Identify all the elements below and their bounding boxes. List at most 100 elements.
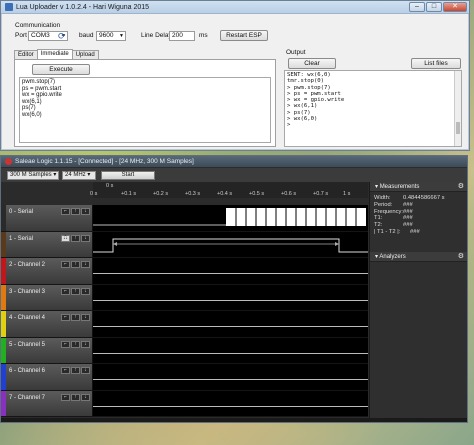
channel-list: 0 - Serial ⌐ ↑ ↓ 1 - Serial ⎍ ↑ ↓ 2 - Ch… <box>1 205 368 417</box>
start-button[interactable]: Start <box>101 171 155 180</box>
tab-editor[interactable]: Editor <box>14 50 38 59</box>
immediate-code-input[interactable]: pwm.stop(7) ps = pwm.start wx = gpio.wri… <box>19 77 271 143</box>
falling-edge-icon[interactable]: ↓ <box>81 367 90 374</box>
channel-header[interactable]: 1 - Serial ⎍ ↑ ↓ <box>1 231 93 257</box>
code-line: ps(7) <box>22 105 36 112</box>
falling-edge-icon[interactable]: ↓ <box>81 287 90 295</box>
trace-line <box>93 352 368 354</box>
channel-trace[interactable] <box>93 205 368 231</box>
rising-edge-icon[interactable]: ↑ <box>71 234 80 242</box>
code-line: wx = gpio.write <box>22 92 62 99</box>
channel-trace[interactable] <box>93 364 368 390</box>
channel-name: 4 - Channel 4 <box>9 315 46 321</box>
measurements-list: Width: 0.4844586667 s Period: ### Frequenc… <box>370 192 467 236</box>
falling-edge-icon[interactable]: ↓ <box>81 208 90 215</box>
channel-trace[interactable] <box>93 231 368 257</box>
trigger-icon[interactable]: ⌐ <box>61 393 70 401</box>
trace-line <box>93 379 368 381</box>
measurements-title: Measurements <box>379 184 420 190</box>
trigger-icon[interactable]: ⌐ <box>61 367 70 374</box>
measurement-row: | T1 - T2 |: ### <box>370 229 467 236</box>
channel-color <box>1 337 6 363</box>
channel-header[interactable]: 2 - Channel 2 ⌐ ↑ ↓ <box>1 258 93 284</box>
channel-color <box>1 284 6 310</box>
trigger-icon[interactable]: ⌐ <box>61 261 70 268</box>
measurements-header[interactable]: ▾ Measurements ⚙ <box>370 182 467 192</box>
trigger-icon[interactable]: ⌐ <box>61 340 70 348</box>
channel-header[interactable]: 0 - Serial ⌐ ↑ ↓ <box>1 205 93 231</box>
ruler-tick: +0.2 s <box>153 191 169 197</box>
scroll-thumb[interactable] <box>456 122 460 134</box>
rate-dropdown[interactable]: 24 MHz ▾ <box>62 171 96 180</box>
channel-trace[interactable] <box>93 284 368 310</box>
gear-icon[interactable]: ⚙ <box>458 182 464 192</box>
rising-edge-icon[interactable]: ↑ <box>71 208 80 215</box>
lua-title-bar[interactable]: Lua Uploader v 1.0.2.4 - Hari Wiguna 201… <box>1 1 469 14</box>
output-scrollbar[interactable] <box>454 71 461 146</box>
trace-line <box>93 405 368 407</box>
channel-trace[interactable] <box>93 311 368 337</box>
rising-edge-icon[interactable]: ↑ <box>71 340 80 348</box>
channel-trace[interactable] <box>93 258 368 284</box>
baud-combo[interactable]: 9600 ▼ <box>96 31 126 41</box>
clear-button[interactable]: Clear <box>288 58 336 69</box>
samples-dropdown[interactable]: 300 M Samples ▾ <box>7 171 59 180</box>
channel-header[interactable]: 6 - Channel 6 ⌐ ↑ ↓ <box>1 364 93 390</box>
output-log[interactable]: SENT: wx(6,0) tmr.stop(0) > pwm.stop(7) … <box>284 70 462 147</box>
code-line: wx(6,0) <box>22 111 42 118</box>
rising-edge-icon[interactable]: ↑ <box>71 367 80 374</box>
falling-edge-icon[interactable]: ↓ <box>81 393 90 401</box>
measurement-value: 0.4844586667 s <box>403 195 445 201</box>
line-delay-label: Line Delay <box>141 32 172 39</box>
saleae-title-bar[interactable]: Saleae Logic 1.1.15 - [Connected] - [24 … <box>1 156 467 167</box>
port-value: COM3 <box>31 32 50 39</box>
samples-value: 300 M Samples <box>10 172 52 178</box>
minimize-icon[interactable]: – <box>409 2 425 12</box>
channel-trace[interactable] <box>93 390 368 416</box>
channel-header[interactable]: 5 - Channel 5 ⌐ ↑ ↓ <box>1 337 93 363</box>
falling-edge-icon[interactable]: ↓ <box>81 340 90 348</box>
execute-button[interactable]: Execute <box>32 64 90 75</box>
close-icon[interactable]: ✕ <box>443 2 467 12</box>
trigger-icon[interactable]: ⌐ <box>61 287 70 295</box>
rising-edge-icon[interactable]: ↑ <box>71 261 80 268</box>
trigger-icon[interactable]: ⌐ <box>61 314 70 321</box>
measurement-row: T2: ### <box>370 222 467 229</box>
gear-icon[interactable]: ⚙ <box>458 252 464 262</box>
channel-trace[interactable] <box>93 337 368 363</box>
status-bar <box>1 418 467 422</box>
measurement-key: Width: <box>374 195 391 201</box>
rising-edge-icon[interactable]: ↑ <box>71 287 80 295</box>
capture-toolbar: 300 M Samples ▾ 24 MHz ▾ Start <box>1 168 467 182</box>
restart-esp-button[interactable]: Restart ESP <box>220 30 268 41</box>
channel-row: 5 - Channel 5 ⌐ ↑ ↓ <box>1 337 368 364</box>
maximize-icon[interactable]: □ <box>426 2 442 12</box>
falling-edge-icon[interactable]: ↓ <box>81 314 90 321</box>
tab-upload[interactable]: Upload <box>71 50 99 59</box>
time-ruler[interactable]: 0 s 0 s +0.1 s +0.2 s +0.3 s +0.4 s +0.5… <box>90 182 368 198</box>
channel-header[interactable]: 4 - Channel 4 ⌐ ↑ ↓ <box>1 311 93 337</box>
channel-header[interactable]: 7 - Channel 7 ⌐ ↑ ↓ <box>1 390 93 416</box>
list-files-button[interactable]: List files <box>411 58 461 69</box>
pulse-trigger-icon[interactable]: ⎍ <box>61 234 70 242</box>
analyzers-header[interactable]: ▾ Analyzers ⚙ <box>370 251 467 262</box>
line-delay-input[interactable]: 200 <box>169 31 195 41</box>
saleae-logic-window: Saleae Logic 1.1.15 - [Connected] - [24 … <box>0 155 468 423</box>
chevron-down-icon: ▾ <box>53 172 57 178</box>
channel-row: 0 - Serial ⌐ ↑ ↓ <box>1 205 368 232</box>
refresh-icon[interactable]: ⟳ <box>58 31 66 42</box>
channel-header[interactable]: 3 - Channel 3 ⌐ ↑ ↓ <box>1 284 93 310</box>
trigger-icon[interactable]: ⌐ <box>61 208 70 215</box>
channel-controls: ⌐ ↑ ↓ <box>61 367 90 374</box>
channel-color <box>1 311 6 337</box>
falling-edge-icon[interactable]: ↓ <box>81 261 90 268</box>
collapse-icon: ▾ <box>375 184 379 190</box>
rising-edge-icon[interactable]: ↑ <box>71 393 80 401</box>
measurement-key: Frequency: <box>374 208 403 215</box>
falling-edge-icon[interactable]: ↓ <box>81 234 90 242</box>
ruler-tick: +0.3 s <box>185 191 201 197</box>
ruler-tick: +0.1 s <box>121 191 137 197</box>
tab-immediate[interactable]: Immediate <box>36 49 73 59</box>
side-panel: ▾ Measurements ⚙ Width: 0.4844586667 s Pe… <box>369 182 467 422</box>
rising-edge-icon[interactable]: ↑ <box>71 314 80 321</box>
